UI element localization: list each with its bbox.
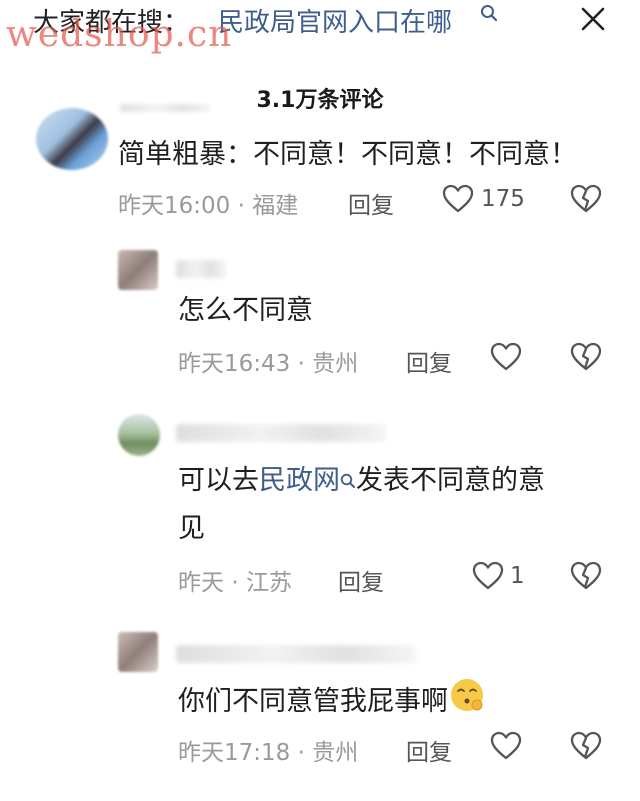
comment-location: 江苏 (245, 570, 292, 596)
comment-meta: 昨天16:43 · 贵州 (178, 351, 359, 377)
close-button[interactable] (578, 4, 608, 34)
comment-time: 昨天 (178, 570, 224, 596)
comment-text: 怎么不同意 (178, 295, 313, 326)
dislike-button[interactable] (570, 561, 602, 591)
username[interactable] (176, 645, 416, 663)
dislike-button[interactable] (570, 184, 602, 214)
comment-time: 昨天17:18 (178, 740, 291, 766)
broken-heart-icon (570, 561, 602, 590)
heart-icon (442, 184, 474, 213)
dislike-button[interactable] (570, 731, 602, 761)
comment-location: 贵州 (312, 351, 359, 377)
comment-meta: 昨天17:18 · 贵州 (178, 740, 359, 766)
avatar[interactable] (118, 632, 158, 672)
comment-text-part: 见 (178, 513, 205, 544)
reply-button[interactable]: 回复 (348, 186, 394, 220)
avatar[interactable] (118, 250, 158, 290)
comment-time: 昨天16:00 (118, 193, 231, 219)
emoji-icon (448, 676, 486, 729)
heart-icon (472, 561, 504, 590)
comment-text: 简单粗暴：不同意！不同意！不同意！ (118, 139, 577, 170)
username[interactable] (120, 104, 210, 112)
like-button[interactable] (490, 342, 522, 372)
search-suggestion-link[interactable]: 民政局官网入口在哪 (218, 2, 452, 39)
username[interactable] (176, 260, 226, 278)
reply-button[interactable]: 回复 (406, 344, 452, 378)
watermark: wedshop.cn (6, 14, 233, 55)
dislike-button[interactable] (570, 342, 602, 372)
comment-text-part: 你们不同意管我屁事啊 (178, 686, 448, 717)
avatar[interactable] (36, 108, 108, 170)
search-icon (480, 4, 498, 28)
avatar[interactable] (118, 414, 160, 456)
comment-meta: 昨天16:00 · 福建 (118, 193, 299, 219)
username[interactable] (176, 424, 386, 442)
comment-text-part: 可以去 (178, 465, 259, 496)
broken-heart-icon (570, 731, 602, 760)
like-count: 1 (510, 563, 525, 589)
like-button[interactable] (472, 561, 504, 591)
close-icon (581, 7, 605, 31)
like-button[interactable] (442, 184, 474, 214)
search-icon (340, 460, 356, 506)
search-keyword-link[interactable]: 民政网 (259, 465, 340, 496)
reply-button[interactable]: 回复 (338, 563, 384, 597)
reply-button[interactable]: 回复 (406, 733, 452, 767)
comment-time: 昨天16:43 (178, 351, 291, 377)
comment-location: 贵州 (312, 740, 359, 766)
comment-meta: 昨天 · 江苏 (178, 570, 292, 596)
comment-text: 你们不同意管我屁事啊 (178, 676, 486, 729)
comment-count-title: 3.1万条评论 (256, 88, 384, 113)
broken-heart-icon (570, 184, 602, 213)
heart-icon (490, 342, 522, 371)
comment-location: 福建 (252, 193, 299, 219)
like-button[interactable] (490, 731, 522, 761)
like-count: 175 (481, 186, 525, 212)
comment-text-part: 发表不同意的意 (356, 465, 545, 496)
comment-text: 可以去民政网 发表不同意的意 见 (178, 458, 545, 552)
heart-icon (490, 731, 522, 760)
broken-heart-icon (570, 342, 602, 371)
